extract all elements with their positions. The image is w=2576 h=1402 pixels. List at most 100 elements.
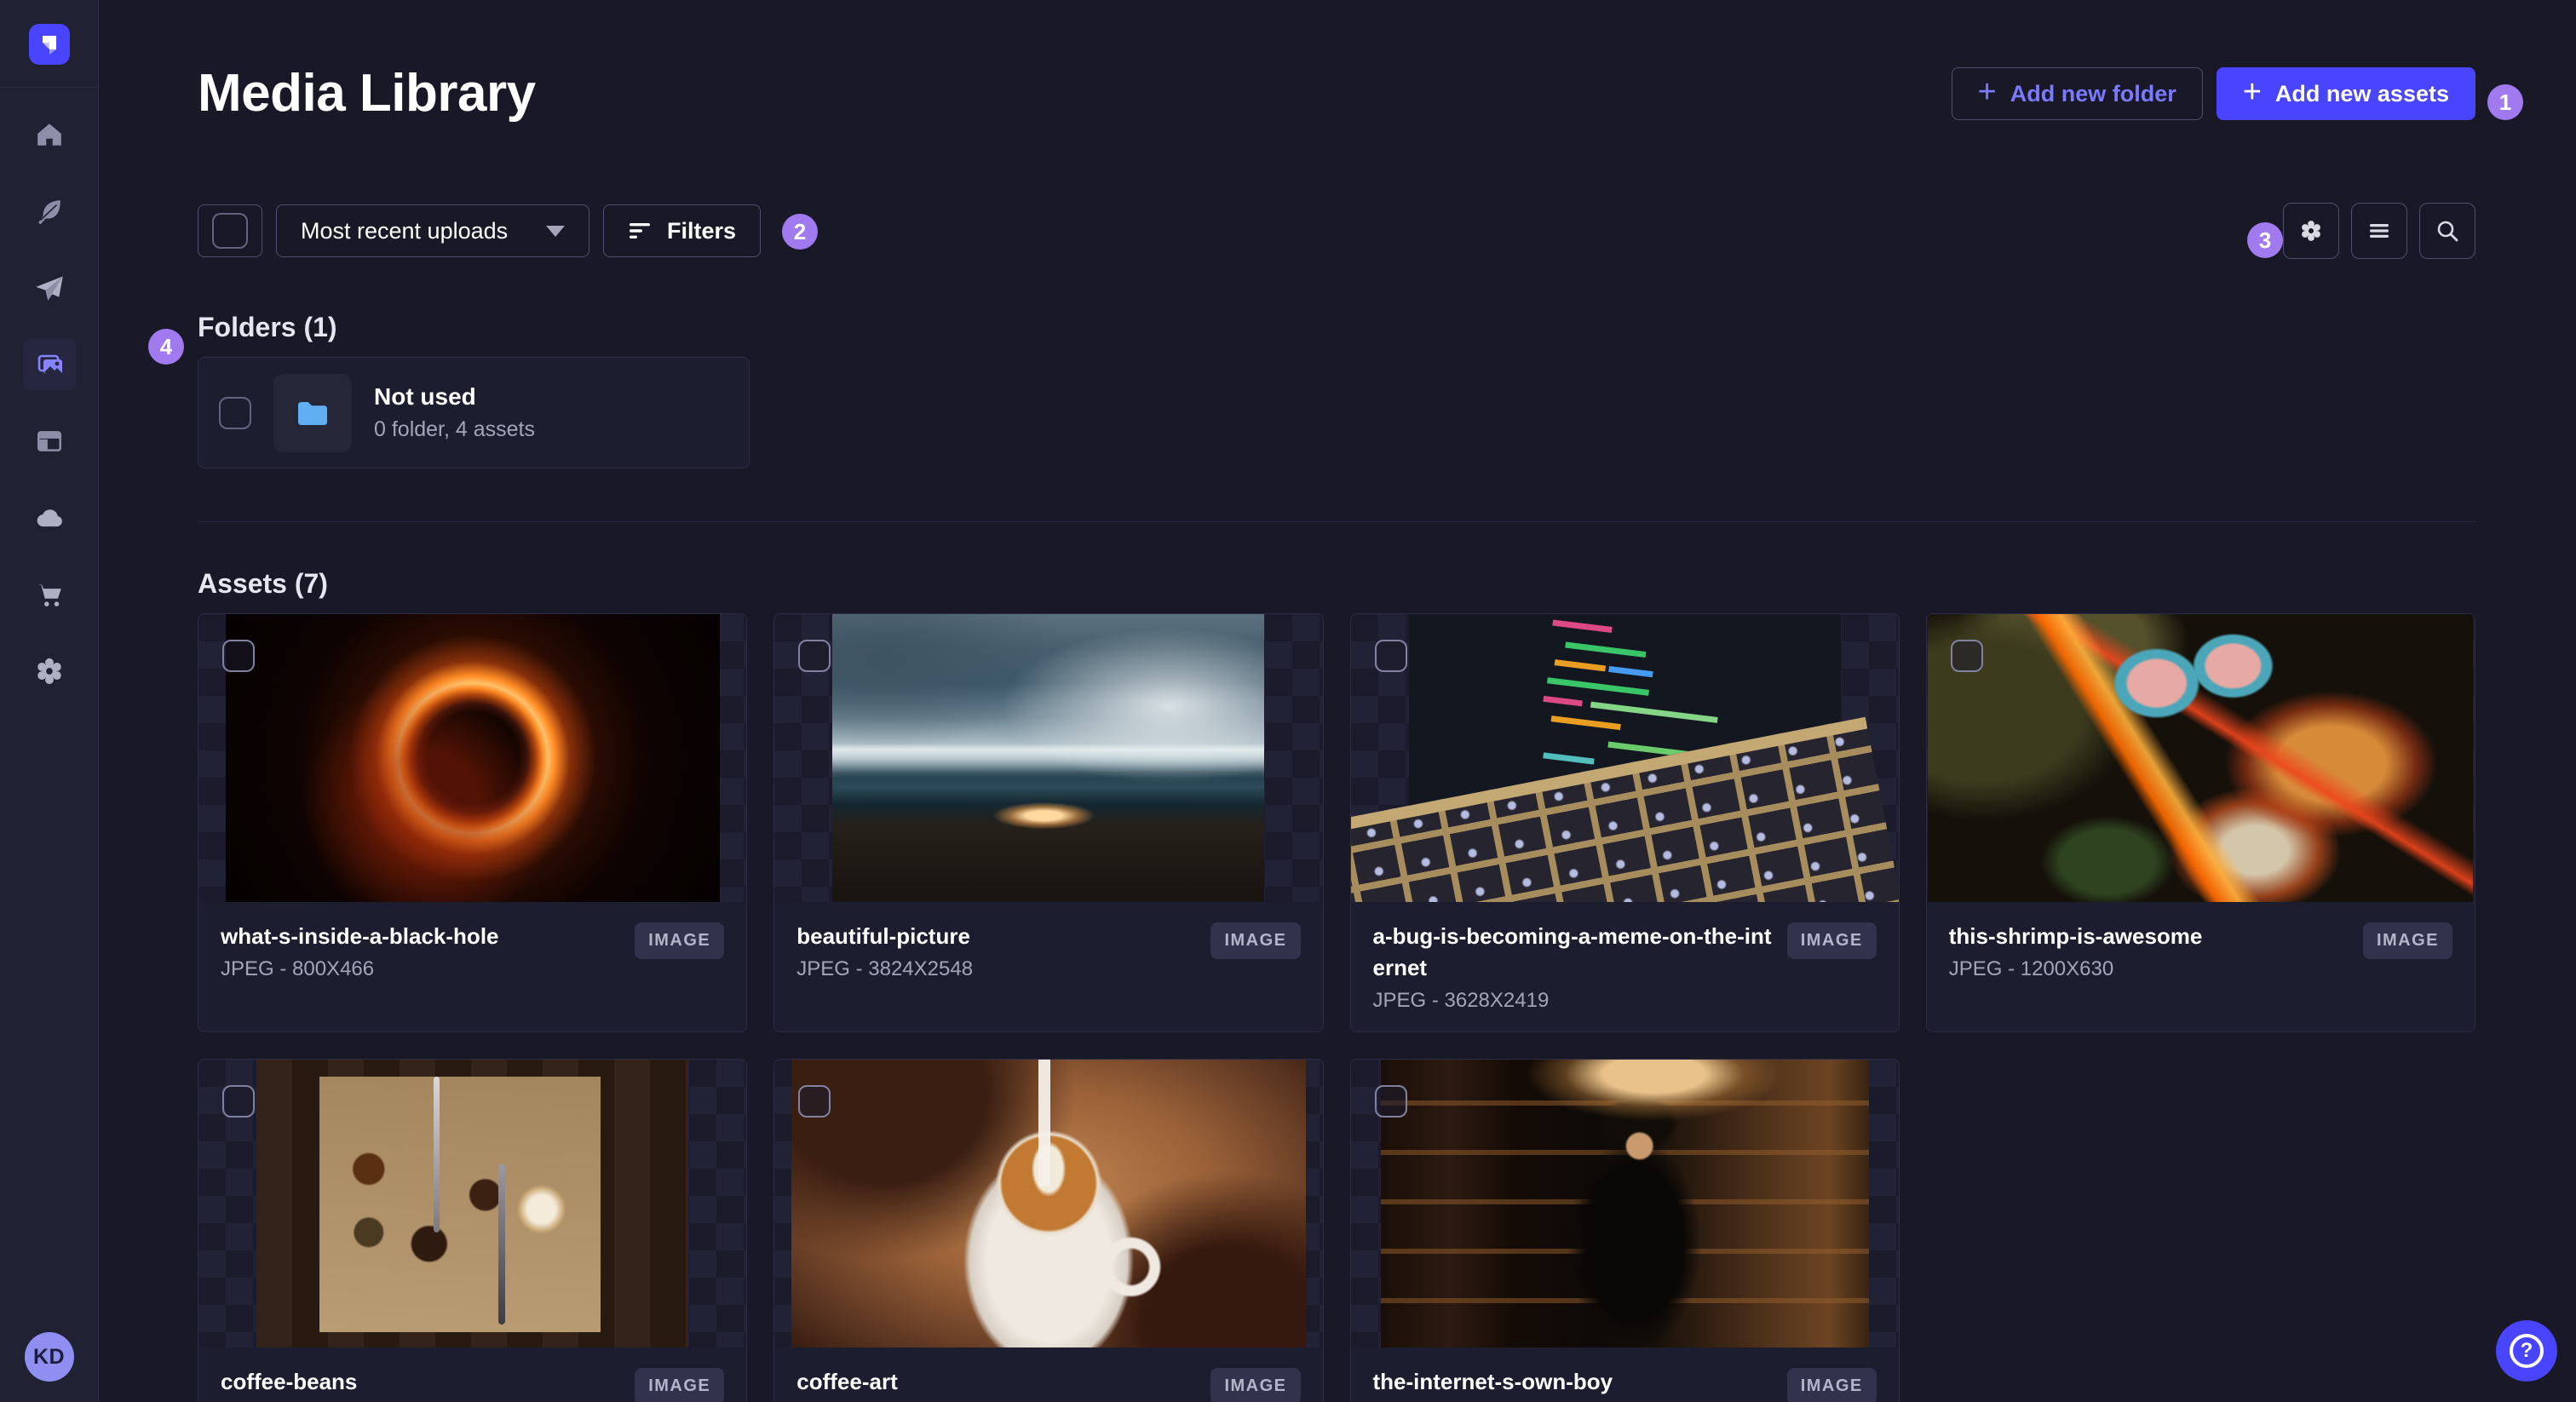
chevron-down-icon (546, 225, 565, 237)
settings-gear-icon (37, 658, 61, 685)
asset-name: the-internet-s-own-boy (1372, 1369, 1613, 1394)
asset-name: a-bug-is-becoming-a-meme-on-the-internet (1372, 923, 1772, 980)
folder-checkbox[interactable] (219, 396, 251, 429)
sidebar-item-home[interactable] (0, 96, 99, 173)
header-actions: + Add new folder + Add new assets (1951, 67, 2475, 120)
sidebar-nav (0, 96, 98, 710)
asset-checkbox[interactable] (798, 1085, 831, 1118)
asset-thumbnail (774, 1060, 1323, 1347)
page-header: Media Library + Add new folder + Add new… (198, 60, 2475, 128)
list-view-button[interactable] (2351, 203, 2407, 259)
layout-icon (37, 431, 61, 451)
folders-section: Folders (1) Not used 0 folder, 4 assets (198, 312, 2475, 468)
asset-card[interactable]: the-internet-s-own-boy JPEG - 1200X707 I… (1349, 1059, 1900, 1402)
feather-icon (37, 200, 60, 225)
sidebar-item-deploy[interactable] (0, 250, 99, 326)
asset-checkbox[interactable] (1374, 640, 1407, 672)
asset-checkbox[interactable] (222, 640, 255, 672)
asset-checkbox[interactable] (1950, 640, 1983, 672)
asset-info: beautiful-picture JPEG - 3824X2548 IMAGE (774, 902, 1322, 1031)
folder-meta: 0 folder, 4 assets (374, 417, 536, 441)
search-button[interactable] (2419, 203, 2475, 259)
annotation-badge-1: 1 (2487, 84, 2523, 120)
view-settings-button[interactable] (2283, 203, 2339, 259)
annotation-badge-2: 2 (782, 214, 818, 250)
help-button[interactable]: ? (2496, 1320, 2557, 1382)
folders-heading: Folders (1) (198, 312, 337, 342)
asset-type-badge: IMAGE (1786, 922, 1877, 959)
asset-info: what-s-inside-a-black-hole JPEG - 800X46… (198, 902, 746, 1031)
asset-meta: JPEG - 3628X2419 (1372, 989, 1550, 1012)
toolbar-right (2283, 203, 2475, 259)
asset-name: beautiful-picture (796, 923, 970, 949)
cloud-icon (37, 509, 62, 527)
user-avatar[interactable]: KD (24, 1332, 74, 1382)
list-icon (2370, 224, 2389, 238)
shopping-cart-icon (37, 584, 61, 606)
asset-checkbox[interactable] (1374, 1085, 1407, 1118)
asset-thumbnail (1926, 614, 2475, 902)
search-icon (2437, 221, 2458, 242)
asset-card[interactable]: beautiful-picture JPEG - 3824X2548 IMAGE (773, 613, 1324, 1032)
asset-type-badge: IMAGE (2362, 922, 2452, 959)
asset-info: the-internet-s-own-boy JPEG - 1200X707 I… (1351, 1347, 1899, 1402)
folder-name: Not used (374, 383, 476, 410)
sidebar-item-settings[interactable] (0, 633, 99, 710)
asset-meta: JPEG - 800X466 (221, 957, 375, 980)
sidebar-item-media-library[interactable] (0, 326, 99, 403)
library-portrait-image (1380, 1060, 1869, 1347)
folder-tile (273, 373, 352, 452)
asset-name: what-s-inside-a-black-hole (221, 923, 499, 949)
asset-info: coffee-art JPEG - 5824X3259 IMAGE (774, 1347, 1322, 1402)
asset-info: a-bug-is-becoming-a-meme-on-the-internet… (1351, 902, 1899, 1031)
folder-card[interactable]: Not used 0 folder, 4 assets (198, 357, 750, 468)
asset-info: this-shrimp-is-awesome JPEG - 1200X630 I… (1927, 902, 2475, 1031)
strapi-logo-icon (42, 36, 56, 55)
home-icon (37, 124, 61, 146)
asset-name: this-shrimp-is-awesome (1948, 923, 2203, 949)
filters-button[interactable]: Filters (603, 204, 762, 257)
sidebar: KD (0, 0, 99, 1402)
question-mark-icon: ? (2510, 1334, 2544, 1368)
black-hole-image (225, 614, 720, 902)
asset-card[interactable]: a-bug-is-becoming-a-meme-on-the-internet… (1349, 613, 1900, 1032)
assets-section: Assets (7) what-s-inside-a-black-hole JP… (198, 568, 2475, 1402)
sidebar-active-highlight (22, 338, 76, 391)
sidebar-item-cloud[interactable] (0, 480, 99, 556)
asset-name: coffee-art (796, 1369, 898, 1394)
sidebar-footer: KD (24, 1332, 74, 1382)
main-content: Media Library + Add new folder + Add new… (99, 0, 2576, 1402)
select-all-checkbox[interactable] (212, 213, 248, 249)
asset-checkbox[interactable] (222, 1085, 255, 1118)
strapi-logo[interactable] (28, 24, 70, 65)
add-new-assets-button[interactable]: + Add new assets (2216, 67, 2475, 120)
asset-card[interactable]: this-shrimp-is-awesome JPEG - 1200X630 I… (1925, 613, 2475, 1032)
asset-card[interactable]: coffee-beans JPEG - 5021X3347 IMAGE (198, 1059, 748, 1402)
asset-checkbox[interactable] (798, 640, 831, 672)
asset-type-badge: IMAGE (635, 922, 725, 959)
annotation-badge-3: 3 (2247, 222, 2283, 258)
add-new-folder-button[interactable]: + Add new folder (1951, 67, 2203, 120)
asset-card[interactable]: coffee-art JPEG - 5824X3259 IMAGE (773, 1059, 1324, 1402)
asset-type-badge: IMAGE (635, 1368, 725, 1402)
gear-icon (2302, 221, 2320, 241)
sidebar-item-marketplace[interactable] (0, 556, 99, 633)
sidebar-item-content-manager[interactable] (0, 403, 99, 480)
asset-card[interactable]: what-s-inside-a-black-hole JPEG - 800X46… (198, 613, 748, 1032)
coffee-beans-image (256, 1060, 689, 1347)
laptop-code-image (1408, 614, 1841, 902)
coffee-art-image (791, 1060, 1306, 1347)
select-all-button[interactable] (198, 204, 262, 257)
mountain-landscape-image (832, 614, 1265, 902)
asset-type-badge: IMAGE (1210, 1368, 1301, 1402)
asset-type-badge: IMAGE (1786, 1368, 1877, 1402)
sidebar-item-content[interactable] (0, 173, 99, 250)
asset-thumbnail (1350, 614, 1899, 902)
mantis-shrimp-image (1928, 614, 2474, 902)
asset-thumbnail (774, 614, 1323, 902)
sort-dropdown[interactable]: Most recent uploads (276, 204, 589, 257)
asset-thumbnail (198, 1060, 747, 1347)
asset-meta: JPEG - 3824X2548 (796, 957, 974, 980)
asset-thumbnail (198, 614, 747, 902)
section-divider (198, 521, 2475, 522)
